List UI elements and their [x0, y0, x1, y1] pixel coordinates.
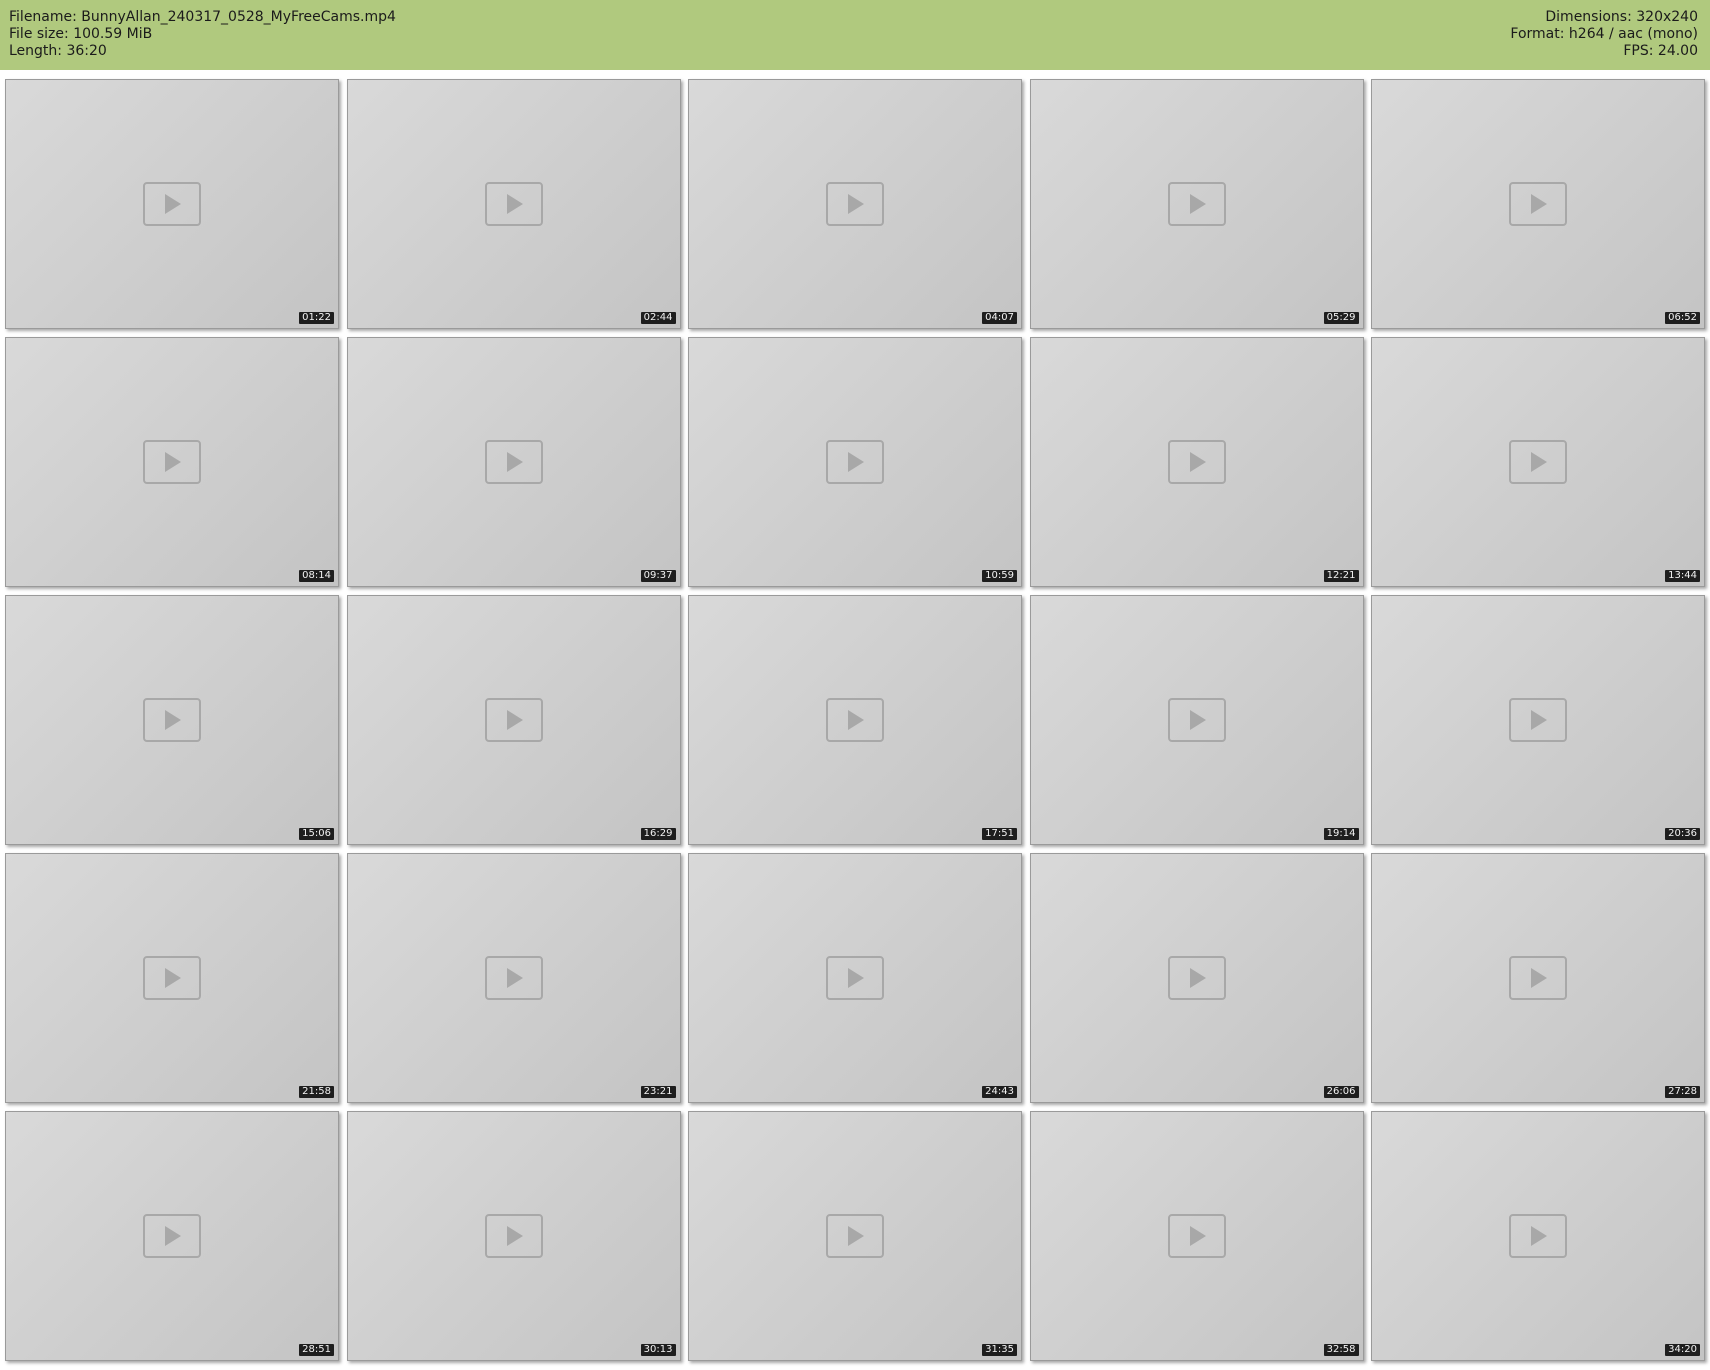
video-frame-icon	[484, 440, 543, 484]
thumbnail-timestamp: 26:06	[1323, 1086, 1359, 1098]
thumbnail-timestamp: 21:58	[299, 1086, 334, 1098]
video-frame-icon	[143, 440, 201, 484]
video-thumbnail[interactable]: 13:44	[1371, 337, 1705, 587]
video-thumbnail[interactable]: 21:58	[5, 853, 339, 1103]
format-text: Format: h264 / aac (mono)	[1510, 26, 1698, 42]
video-thumbnail[interactable]: 06:52	[1371, 79, 1705, 329]
thumbnail-timestamp: 16:29	[640, 828, 676, 840]
thumbnail-grid: 01:22 02:44 04:07 05:29 06:52 08:14 09:37 10:59…	[5, 79, 1705, 1361]
video-frame-icon	[143, 182, 201, 226]
video-frame-icon	[1509, 440, 1567, 484]
thumbnail-timestamp: 13:44	[1665, 570, 1700, 582]
video-frame-icon	[826, 698, 884, 742]
video-frame-icon	[1167, 440, 1226, 484]
thumbnail-timestamp: 23:21	[640, 1086, 676, 1098]
video-frame-icon	[484, 956, 543, 1000]
video-thumbnail[interactable]: 27:28	[1371, 853, 1705, 1103]
video-thumbnail[interactable]: 23:21	[346, 853, 681, 1103]
thumbnail-timestamp: 10:59	[982, 570, 1017, 582]
video-thumbnail[interactable]: 08:14	[5, 337, 339, 587]
video-frame-icon	[826, 182, 884, 226]
video-thumbnail[interactable]: 09:37	[346, 337, 681, 587]
thumbnail-timestamp: 17:51	[982, 828, 1017, 840]
thumbnail-timestamp: 32:58	[1323, 1344, 1359, 1356]
video-thumbnail[interactable]: 31:35	[688, 1111, 1022, 1361]
thumbnail-timestamp: 20:36	[1665, 828, 1700, 840]
video-frame-icon	[1509, 182, 1567, 226]
thumbnail-timestamp: 01:22	[299, 312, 334, 324]
video-info: Dimensions: 320x240 Format: h264 / aac (…	[1510, 9, 1698, 60]
thumbnail-timestamp: 12:21	[1323, 570, 1359, 582]
thumbnail-timestamp: 04:07	[982, 312, 1017, 324]
fps-text: FPS: 24.00	[1623, 43, 1698, 59]
thumbnail-timestamp: 24:43	[982, 1086, 1017, 1098]
thumbnail-timestamp: 15:06	[299, 828, 334, 840]
thumbnail-timestamp: 06:52	[1665, 312, 1700, 324]
video-frame-icon	[1167, 1214, 1226, 1258]
thumbnail-timestamp: 28:51	[299, 1344, 334, 1356]
filesize-text: File size: 100.59 MiB	[9, 26, 153, 42]
video-thumbnail[interactable]: 01:22	[5, 79, 339, 329]
dimensions-text: Dimensions: 320x240	[1545, 9, 1698, 25]
video-frame-icon	[484, 182, 543, 226]
video-thumbnail[interactable]: 20:36	[1371, 595, 1705, 845]
thumbnail-timestamp: 09:37	[640, 570, 676, 582]
video-frame-icon	[1509, 698, 1567, 742]
video-thumbnail[interactable]: 12:21	[1029, 337, 1364, 587]
video-thumbnail[interactable]: 26:06	[1029, 853, 1364, 1103]
video-thumbnail[interactable]: 04:07	[688, 79, 1022, 329]
video-frame-icon	[484, 1214, 543, 1258]
thumbnail-timestamp: 34:20	[1665, 1344, 1700, 1356]
video-frame-icon	[1509, 956, 1567, 1000]
video-thumbnail[interactable]: 24:43	[688, 853, 1022, 1103]
thumbnail-timestamp: 02:44	[640, 312, 676, 324]
video-thumbnail[interactable]: 17:51	[688, 595, 1022, 845]
thumbnail-timestamp: 30:13	[640, 1344, 676, 1356]
video-frame-icon	[143, 956, 201, 1000]
video-frame-icon	[143, 698, 201, 742]
thumbnail-timestamp: 27:28	[1665, 1086, 1700, 1098]
video-thumbnail[interactable]: 10:59	[688, 337, 1022, 587]
video-frame-icon	[826, 1214, 884, 1258]
video-thumbnail[interactable]: 15:06	[5, 595, 339, 845]
video-thumbnail[interactable]: 28:51	[5, 1111, 339, 1361]
thumbnail-timestamp: 19:14	[1323, 828, 1359, 840]
thumbnail-timestamp: 08:14	[299, 570, 334, 582]
filename-text: Filename: BunnyAllan_240317_0528_MyFreeC…	[9, 9, 396, 25]
video-frame-icon	[1509, 1214, 1567, 1258]
metadata-header: Filename: BunnyAllan_240317_0528_MyFreeC…	[0, 0, 1710, 70]
video-frame-icon	[826, 956, 884, 1000]
video-thumbnail[interactable]: 19:14	[1029, 595, 1364, 845]
video-frame-icon	[484, 698, 543, 742]
video-thumbnail[interactable]: 16:29	[346, 595, 681, 845]
video-frame-icon	[826, 440, 884, 484]
length-text: Length: 36:20	[9, 43, 107, 59]
thumbnail-timestamp: 31:35	[982, 1344, 1017, 1356]
file-info: Filename: BunnyAllan_240317_0528_MyFreeC…	[9, 9, 396, 60]
video-thumbnail[interactable]: 34:20	[1371, 1111, 1705, 1361]
video-thumbnail[interactable]: 02:44	[346, 79, 681, 329]
thumbnail-timestamp: 05:29	[1323, 312, 1359, 324]
video-frame-icon	[1167, 956, 1226, 1000]
video-frame-icon	[1167, 698, 1226, 742]
video-thumbnail[interactable]: 05:29	[1029, 79, 1364, 329]
video-frame-icon	[143, 1214, 201, 1258]
video-frame-icon	[1167, 182, 1226, 226]
video-thumbnail[interactable]: 32:58	[1029, 1111, 1364, 1361]
video-thumbnail[interactable]: 30:13	[346, 1111, 681, 1361]
